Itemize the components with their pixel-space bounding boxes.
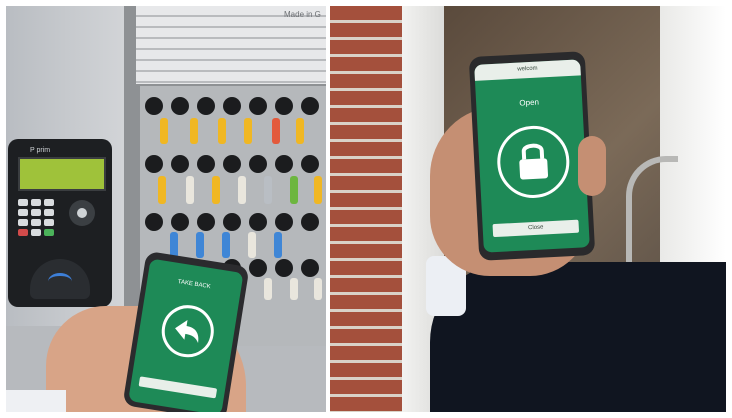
key-row-3 bbox=[145, 213, 319, 258]
right-thumb bbox=[578, 136, 606, 196]
screen-header: welcom bbox=[517, 65, 538, 73]
screen-header-bar: welcom bbox=[474, 59, 581, 81]
close-button-label: Close bbox=[527, 224, 544, 232]
reader-brand: P prim bbox=[30, 147, 51, 154]
card-reader: P prim bbox=[8, 139, 112, 307]
reader-nfc-zone bbox=[30, 259, 90, 299]
screen-title: TAKE BACK bbox=[177, 279, 212, 291]
padlock-glyph bbox=[519, 143, 549, 180]
door-status-text: Open bbox=[519, 97, 540, 108]
reader-lcd bbox=[18, 157, 106, 191]
key-row-1 bbox=[145, 97, 319, 144]
brick-wall bbox=[330, 6, 402, 412]
key-row-2 bbox=[145, 155, 322, 204]
nfc-waves-icon bbox=[48, 273, 72, 290]
padlock-open-icon[interactable] bbox=[495, 124, 572, 200]
cabinet-label: Made in G bbox=[284, 10, 321, 19]
close-button[interactable]: Close bbox=[492, 219, 580, 238]
right-photo-panel: welcom Open Close bbox=[330, 6, 726, 412]
take-back-button[interactable] bbox=[138, 376, 218, 399]
left-sleeve bbox=[6, 390, 66, 412]
reader-keypad bbox=[18, 199, 95, 236]
return-arrow-icon[interactable] bbox=[158, 301, 218, 361]
left-phone-screen: TAKE BACK bbox=[128, 258, 244, 412]
right-phone-screen: welcom Open Close bbox=[474, 59, 590, 253]
suit-sleeve bbox=[430, 262, 726, 412]
left-photo-panel: Made in G P prim TAKE BACK bbox=[6, 6, 326, 412]
return-arrow-glyph bbox=[175, 320, 199, 343]
right-phone: welcom Open Close bbox=[468, 51, 596, 261]
